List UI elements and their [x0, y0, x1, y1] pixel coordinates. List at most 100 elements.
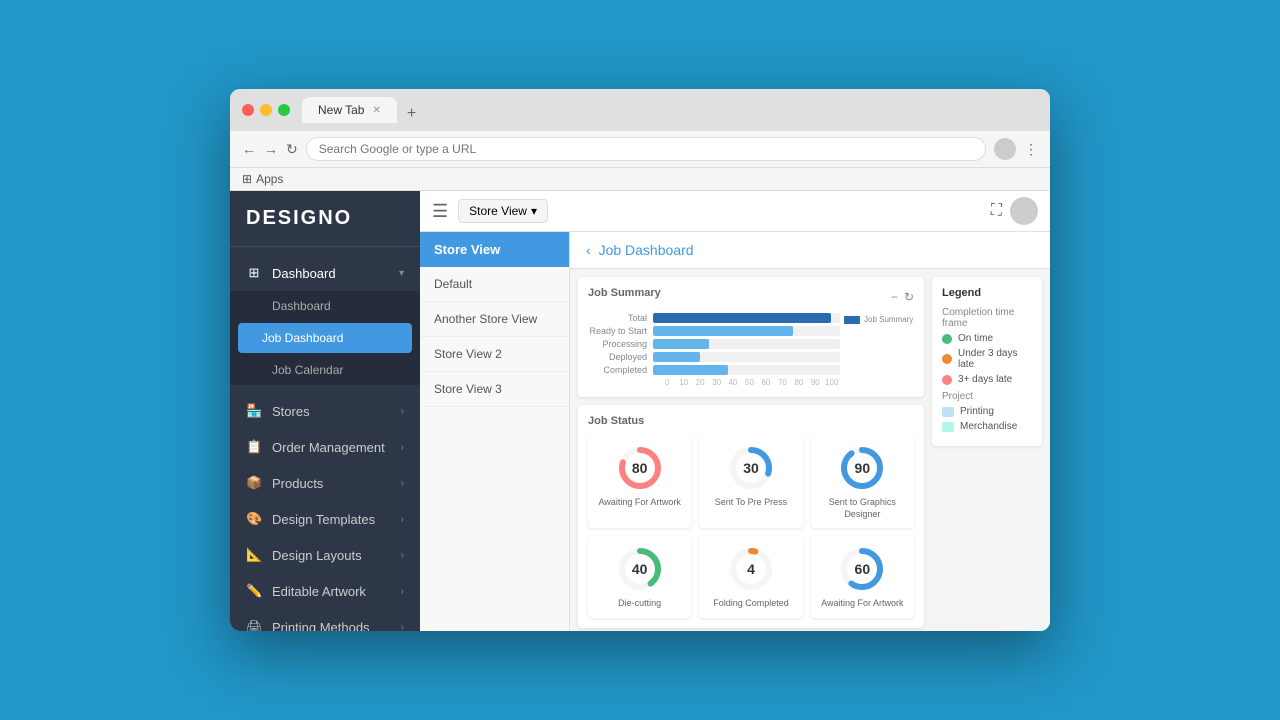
sidebar-item-design-templates[interactable]: 🎨 Design Templates ›: [230, 501, 420, 537]
job-summary-title: Job Summary: [588, 287, 661, 299]
status-text-awaiting: Awaiting For Artwork: [596, 497, 683, 509]
legend-on-time: On time: [942, 333, 1032, 344]
donut-value-awaiting: 80: [632, 460, 648, 476]
refresh-icon[interactable]: ↻: [904, 290, 914, 304]
sidebar-item-dashboard[interactable]: ⊞ Dashboard ▾: [230, 255, 420, 291]
dashboard-panel: ‹ Job Dashboard Job Summary: [570, 232, 1050, 631]
sidebar-section-dashboard: ⊞ Dashboard ▾ Dashboard Job Dashboard Jo…: [230, 247, 420, 393]
browser-titlebar: New Tab ✕ +: [230, 89, 1050, 131]
dashboard-arrow-icon: ▾: [399, 268, 404, 279]
browser-menu-button[interactable]: ⋮: [1024, 141, 1038, 158]
stores-icon: 🏪: [246, 403, 262, 419]
minimize-icon[interactable]: −: [891, 290, 898, 304]
dropdown-arrow-icon: ▾: [531, 204, 537, 218]
back-nav-button[interactable]: ←: [242, 141, 256, 157]
design-templates-arrow-icon: ›: [401, 514, 404, 525]
apps-link[interactable]: ⊞ Apps: [242, 172, 1038, 186]
chart-legend-mini: Job Summary: [844, 313, 914, 324]
design-templates-icon: 🎨: [246, 511, 262, 527]
browser-window: New Tab ✕ + ← → ↻ ⋮ ⊞ Apps DESIGNO: [230, 89, 1050, 631]
dashboard-icon: ⊞: [246, 265, 262, 281]
donut-awaiting-2: 60: [837, 544, 887, 594]
browser-avatar: [994, 138, 1016, 160]
browser-tab[interactable]: New Tab ✕: [302, 97, 397, 123]
chart-axis: 0 10 20 30 40 50 60 70: [659, 378, 840, 387]
status-card-folding: 4 Folding Completed: [699, 536, 802, 618]
sidebar-order-label: Order Management: [272, 440, 385, 455]
new-tab-button[interactable]: +: [403, 105, 420, 123]
sidebar-sub-dashboard: Dashboard Job Dashboard Job Calendar: [230, 291, 420, 385]
hamburger-menu-icon[interactable]: ☰: [432, 201, 448, 222]
donut-value-graphics: 90: [855, 460, 871, 476]
user-avatar[interactable]: [1010, 197, 1038, 225]
close-button[interactable]: [242, 104, 254, 116]
donut-die-cutting: 40: [615, 544, 665, 594]
store-view-item-3[interactable]: Store View 3: [420, 372, 569, 407]
sidebar-item-printing-methods[interactable]: 🖨 Printing Methods ›: [230, 609, 420, 631]
legend-mini-item: Job Summary: [844, 315, 914, 324]
design-layouts-icon: 📐: [246, 547, 262, 563]
sidebar-item-stores[interactable]: 🏪 Stores ›: [230, 393, 420, 429]
merchandise-label: Merchandise: [960, 421, 1017, 432]
store-view-item-another[interactable]: Another Store View: [420, 302, 569, 337]
traffic-lights: [242, 104, 290, 116]
reload-button[interactable]: ↻: [286, 141, 298, 158]
order-icon: 📋: [246, 439, 262, 455]
bar-processing: [653, 339, 709, 349]
under-3-days-label: Under 3 days late: [958, 348, 1032, 370]
chart-row-deployed: Deployed: [588, 352, 840, 362]
store-view-item-2[interactable]: Store View 2: [420, 337, 569, 372]
status-card-sent-graphics: 90 Sent to Graphics Designer: [811, 435, 914, 528]
sidebar-item-job-calendar[interactable]: Job Calendar: [230, 355, 420, 385]
status-card-awaiting-2: 60 Awaiting For Artwork: [811, 536, 914, 618]
stores-arrow-icon: ›: [401, 406, 404, 417]
legend-mini-blue-swatch: [844, 316, 860, 324]
chart-row-processing: Processing: [588, 339, 840, 349]
store-view-item-default[interactable]: Default: [420, 267, 569, 302]
status-card-sent-pre-press: 30 Sent To Pre Press: [699, 435, 802, 528]
bar-container-deployed: [653, 352, 840, 362]
browser-addressbar: ← → ↻ ⋮: [230, 131, 1050, 168]
sidebar-dashboard-label: Dashboard: [272, 266, 336, 281]
forward-nav-button[interactable]: →: [264, 141, 278, 157]
merchandise-square: [942, 422, 954, 432]
donut-folding: 4: [726, 544, 776, 594]
back-arrow-icon: ‹: [586, 242, 591, 258]
expand-icon[interactable]: ⛶: [991, 202, 1002, 220]
store-view-label: Store View: [469, 204, 527, 218]
sidebar-item-editable-artwork[interactable]: ✏️ Editable Artwork ›: [230, 573, 420, 609]
job-summary-card: Job Summary − ↻: [578, 277, 924, 397]
store-view-panel-header: Store View: [420, 232, 569, 267]
bar-label-processing: Processing: [588, 339, 653, 349]
donut-value-awaiting-2: 60: [855, 561, 871, 577]
tab-close-icon[interactable]: ✕: [372, 105, 380, 116]
printing-square: [942, 407, 954, 417]
printing-icon: 🖨: [246, 619, 262, 631]
sidebar-design-layouts-label: Design Layouts: [272, 548, 362, 563]
store-view-button[interactable]: Store View ▾: [458, 199, 548, 223]
full-layout: ☰ Store View ▾ ⛶ Store Vie: [420, 191, 1050, 631]
sidebar-item-design-layouts[interactable]: 📐 Design Layouts ›: [230, 537, 420, 573]
sidebar-item-products[interactable]: 📦 Products ›: [230, 465, 420, 501]
content-area: Store View Default Another Store View St…: [420, 232, 1050, 631]
sidebar-item-order-management[interactable]: 📋 Order Management ›: [230, 429, 420, 465]
sidebar-item-dashboard-sub[interactable]: Dashboard: [230, 291, 420, 321]
on-time-label: On time: [958, 333, 993, 344]
sidebar-item-job-dashboard[interactable]: Job Dashboard: [238, 323, 412, 353]
bar-ready: [653, 326, 793, 336]
sidebar-stores-label: Stores: [272, 404, 310, 419]
bar-container-ready: [653, 326, 840, 336]
dashboard-breadcrumb: ‹ Job Dashboard: [570, 232, 1050, 269]
under-3-days-dot: [942, 354, 952, 364]
donut-value-pre-press: 30: [743, 460, 759, 476]
status-text-folding: Folding Completed: [707, 598, 794, 610]
minimize-button[interactable]: [260, 104, 272, 116]
job-status-card: Job Status: [578, 405, 924, 628]
legend-under-3-days: Under 3 days late: [942, 348, 1032, 370]
address-input[interactable]: [306, 137, 986, 161]
maximize-button[interactable]: [278, 104, 290, 116]
bar-label-total: Total: [588, 313, 653, 323]
editable-artwork-arrow-icon: ›: [401, 586, 404, 597]
job-status-grid: 80 Awaiting For Artwork: [588, 435, 914, 618]
products-arrow-icon: ›: [401, 478, 404, 489]
